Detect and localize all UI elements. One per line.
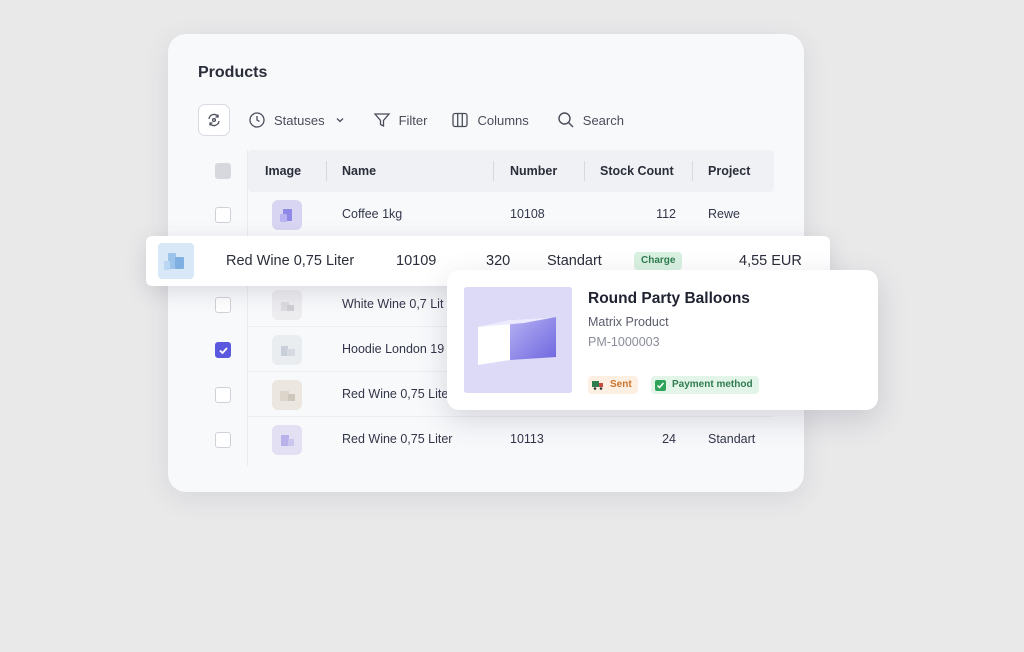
row-number: 10108	[510, 207, 545, 221]
filter-icon	[373, 111, 391, 129]
search-button[interactable]: Search	[557, 111, 624, 129]
sent-tag: Sent	[588, 376, 638, 394]
search-icon	[557, 111, 575, 129]
row-name: White Wine 0,7 Lit	[342, 297, 444, 311]
row-name: Red Wine 0,75 Lite	[342, 387, 449, 401]
highlighted-row-name: Red Wine 0,75 Liter	[226, 253, 355, 269]
column-header-number[interactable]: Number	[510, 150, 557, 192]
row-name: Coffee 1kg	[342, 207, 403, 221]
column-divider	[692, 161, 693, 181]
payment-method-tag: Payment method	[651, 376, 759, 394]
column-header-stock-count[interactable]: Stock Count	[600, 150, 674, 192]
sync-icon	[206, 112, 222, 128]
column-divider	[584, 161, 585, 181]
statuses-label: Statuses	[274, 112, 325, 128]
truck-icon	[592, 380, 604, 390]
table-header: Image Name Number Stock Count Project	[248, 150, 774, 192]
column-header-name[interactable]: Name	[342, 150, 376, 192]
row-checkbox[interactable]	[215, 342, 231, 358]
row-project: Rewe	[708, 207, 740, 221]
row-name: Red Wine 0,75 Liter	[342, 432, 453, 446]
columns-button[interactable]: Columns	[451, 111, 529, 129]
product-thumbnail	[272, 290, 302, 320]
popup-code: PM-1000003	[588, 335, 660, 349]
filter-button[interactable]: Filter	[373, 111, 428, 129]
toolbar: Statuses Filter Columns Search	[198, 104, 624, 136]
row-checkbox[interactable]	[215, 387, 231, 403]
table-row[interactable]: Coffee 1kg 10108 112 Rewe	[198, 192, 774, 237]
sync-button[interactable]	[198, 104, 230, 136]
columns-icon	[451, 111, 469, 129]
row-stock: 24	[662, 432, 676, 446]
column-divider	[326, 161, 327, 181]
page-title: Products	[198, 64, 268, 81]
columns-label: Columns	[477, 112, 529, 128]
column-header-project[interactable]: Project	[708, 150, 750, 192]
checkbox-icon	[655, 379, 666, 391]
column-divider	[493, 161, 494, 181]
charge-badge: Charge	[634, 252, 683, 270]
row-checkbox[interactable]	[215, 207, 231, 223]
product-thumbnail	[158, 243, 194, 279]
chevron-down-icon	[335, 115, 345, 125]
filter-label: Filter	[398, 112, 428, 128]
row-stock: 112	[656, 207, 676, 221]
row-number: 10113	[510, 432, 544, 446]
product-detail-popup[interactable]: Round Party Balloons Matrix Product PM-1…	[447, 270, 878, 410]
product-thumbnail	[272, 200, 302, 230]
popup-subtitle: Matrix Product	[588, 315, 669, 329]
search-label: Search	[582, 112, 624, 128]
popup-title: Round Party Balloons	[588, 290, 750, 307]
table-row[interactable]: Red Wine 0,75 Liter 10113 24 Standart	[198, 417, 774, 462]
row-checkbox[interactable]	[215, 432, 231, 448]
row-checkbox[interactable]	[215, 297, 231, 313]
row-name: Hoodie London 19	[342, 342, 445, 356]
clock-icon	[248, 111, 266, 129]
sent-label: Sent	[610, 379, 632, 390]
product-thumbnail	[272, 425, 302, 455]
column-header-image[interactable]: Image	[265, 150, 301, 192]
check-icon	[218, 345, 229, 356]
row-project: Standart	[708, 432, 756, 446]
product-thumbnail	[272, 380, 302, 410]
payment-method-label: Payment method	[672, 379, 753, 390]
product-thumbnail	[272, 335, 302, 365]
product-image	[464, 287, 572, 393]
highlighted-row-number: 10109	[396, 253, 437, 269]
statuses-dropdown[interactable]: Statuses	[248, 111, 345, 129]
select-all-checkbox[interactable]	[215, 163, 231, 179]
